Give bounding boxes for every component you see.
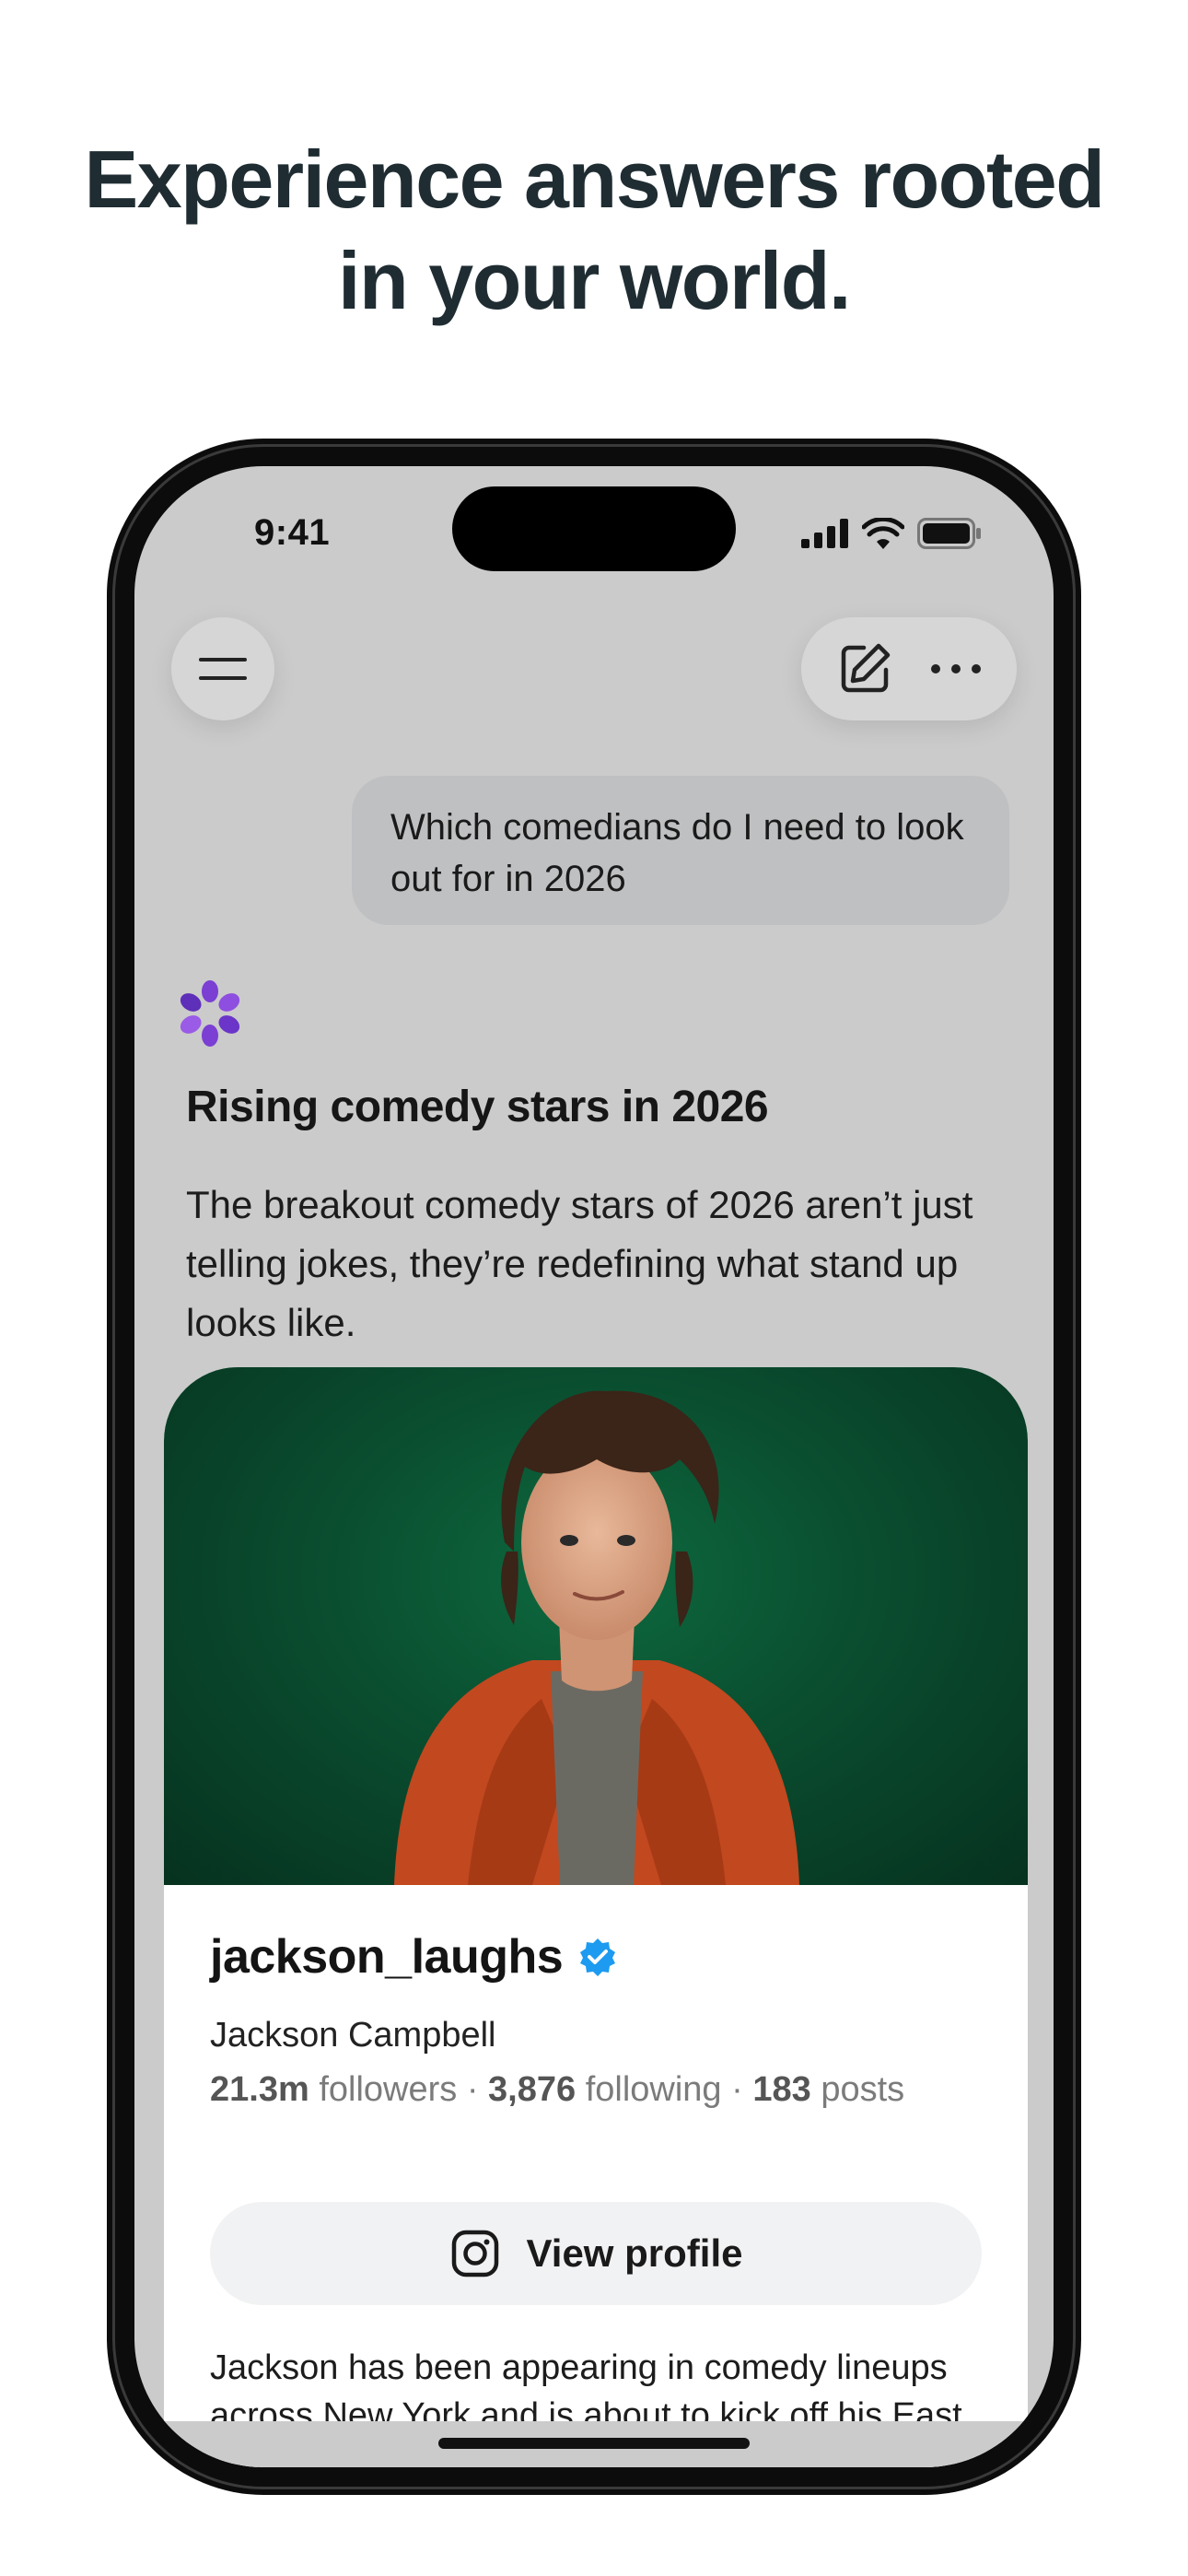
posts-count: 183 xyxy=(752,2070,811,2109)
signal-icon xyxy=(801,519,848,548)
profile-info: jackson_laughs Jackson Campbell 21.3m fo… xyxy=(210,1920,1002,2110)
user-message-bubble: Which comedians do I need to look out fo… xyxy=(352,776,1009,925)
following-count: 3,876 xyxy=(488,2070,577,2109)
answer-body: The breakout comedy stars of 2026 aren’t… xyxy=(186,1183,973,1344)
posts-label: posts xyxy=(821,2070,905,2109)
stats-separator: · xyxy=(731,2070,743,2109)
followers-count: 21.3m xyxy=(210,2070,309,2109)
following-label: following xyxy=(585,2070,722,2109)
phone-screen: 9:41 Which comedians do I need to look o… xyxy=(134,466,1054,2467)
more-button[interactable] xyxy=(929,662,983,676)
status-icons xyxy=(801,518,982,549)
portrait-illustration xyxy=(394,1390,799,1885)
dynamic-island xyxy=(452,486,736,571)
headline-line-2: in your world. xyxy=(338,235,851,326)
compose-icon xyxy=(841,643,890,693)
compose-button[interactable] xyxy=(836,640,893,697)
profile-full-name: Jackson Campbell xyxy=(210,2016,496,2055)
battery-icon xyxy=(917,518,981,549)
status-time: 9:41 xyxy=(254,512,331,553)
home-indicator[interactable] xyxy=(438,2438,750,2449)
view-profile-label: View profile xyxy=(526,2231,743,2275)
stats-separator: · xyxy=(466,2070,479,2109)
verified-badge-icon xyxy=(580,1938,616,1976)
headline-line-1: Experience answers rooted xyxy=(84,134,1105,225)
top-actions xyxy=(801,617,1017,720)
view-profile-button[interactable]: View profile xyxy=(210,2202,982,2305)
phone-frame: 9:41 Which comedians do I need to look o… xyxy=(107,439,1081,2495)
profile-stats: 21.3m followers · 3,876 following · 183 … xyxy=(210,2070,1002,2110)
ai-assistant-logo-icon xyxy=(180,980,240,1047)
handle-row: jackson_laughs xyxy=(210,1920,1002,1994)
profile-card: jackson_laughs Jackson Campbell 21.3m fo… xyxy=(164,1367,1028,2467)
profile-handle[interactable]: jackson_laughs xyxy=(210,1929,564,1985)
more-horizontal-icon xyxy=(930,664,981,673)
answer-title: Rising comedy stars in 2026 xyxy=(186,1083,769,1131)
followers-label: followers xyxy=(319,2070,458,2109)
profile-photo xyxy=(164,1367,1028,1885)
headline: Experience answers rooted in your world. xyxy=(0,129,1188,332)
wifi-icon xyxy=(862,518,904,549)
instagram-icon xyxy=(451,2230,498,2277)
menu-button[interactable] xyxy=(171,617,274,720)
hamburger-menu-icon xyxy=(199,658,247,680)
